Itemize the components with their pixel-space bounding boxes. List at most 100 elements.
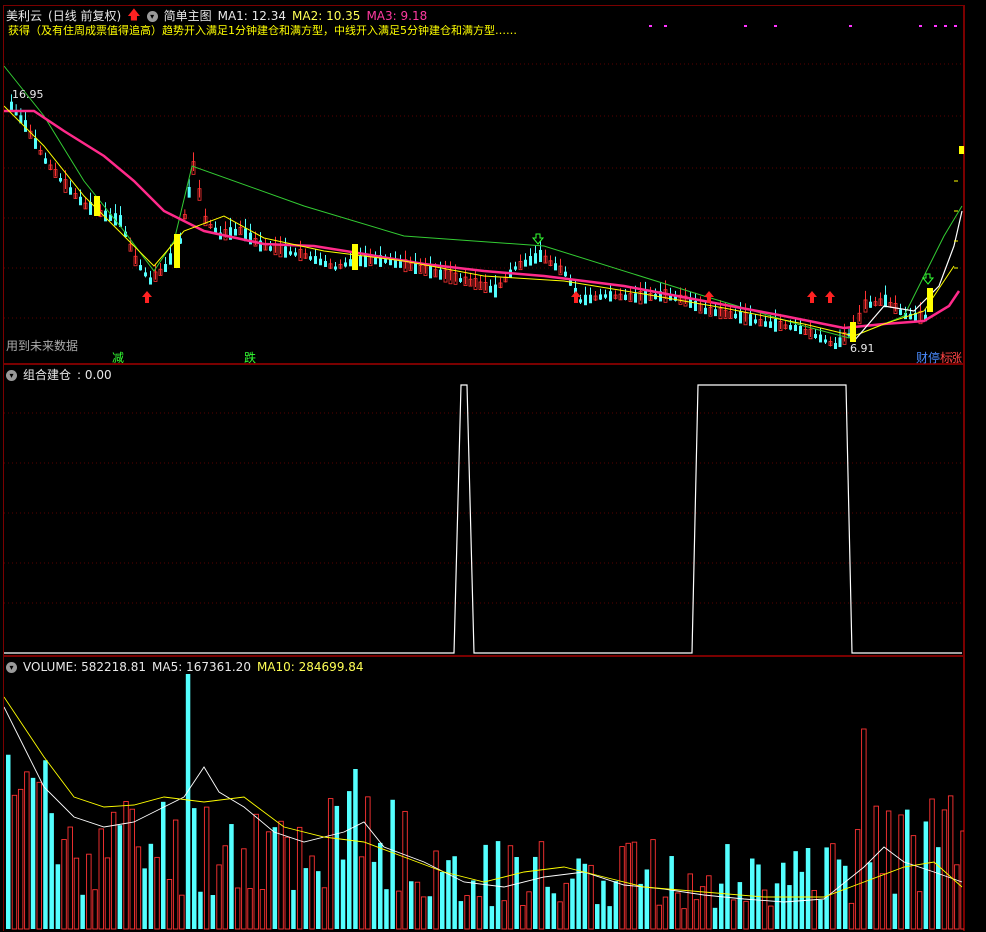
volume-bar [768, 905, 774, 930]
price-candle [824, 339, 827, 343]
price-candle [144, 272, 147, 277]
volume-bar [811, 889, 817, 930]
volume-bar [166, 878, 173, 930]
price-candle [774, 318, 777, 332]
price-candle [319, 258, 322, 266]
volume-bar [11, 794, 18, 930]
volume-bar [625, 842, 631, 930]
price-candle [589, 294, 592, 304]
volume-bar [135, 846, 142, 930]
volume-panel[interactable]: ▾ VOLUME: 582218.81 MA5: 167361.20 MA10:… [3, 656, 964, 931]
volume-bar [793, 851, 798, 929]
price-candle [764, 321, 767, 327]
volume-bar [619, 846, 625, 930]
top-dot [744, 25, 747, 27]
volume-bar [526, 891, 532, 930]
volume-bar [55, 864, 61, 929]
volume-bar [409, 881, 414, 929]
price-candle [399, 261, 402, 268]
price-candle [599, 294, 602, 300]
price-candle [704, 307, 707, 315]
volume-bar [576, 858, 581, 929]
volume-bar [879, 873, 886, 930]
volume-bar [854, 829, 861, 930]
price-candle [749, 314, 752, 326]
volume-bar [836, 859, 842, 929]
price-candle [584, 294, 587, 306]
volume-bar [582, 863, 588, 929]
volume-bar [284, 836, 290, 930]
volume-bar [340, 859, 346, 929]
volume-bar [916, 891, 923, 930]
volume-bar [378, 842, 383, 929]
volume-bar [538, 841, 545, 930]
volume-bar [960, 830, 964, 930]
price-candle [384, 259, 387, 263]
price-candle [799, 325, 802, 335]
price-candle [524, 259, 527, 267]
volume-bar [774, 883, 780, 929]
price-candle [714, 309, 717, 317]
price-candle [284, 246, 287, 258]
volume-bar [743, 900, 749, 930]
volume-bar [316, 871, 321, 929]
volume-bar [365, 796, 371, 930]
volume-ma10-line [4, 696, 963, 898]
position-indicator-panel[interactable]: ▾ 组合建仓 : 0.00 [3, 364, 964, 656]
volume-bar [675, 892, 681, 930]
top-dot [774, 25, 777, 27]
volume-bar [117, 825, 123, 929]
price-candle [314, 256, 317, 264]
price-candle [269, 246, 272, 251]
volume-bar [24, 771, 30, 930]
volume-bar [36, 781, 42, 930]
price-candle [789, 325, 792, 330]
top-dot [849, 25, 852, 27]
top-dot [954, 25, 957, 27]
price-candle [459, 278, 462, 282]
price-candle [139, 265, 142, 271]
volume-bar [712, 907, 718, 929]
price-candle [884, 294, 887, 308]
price-candle [359, 255, 362, 267]
volume-bar [253, 813, 259, 930]
price-candle [374, 257, 377, 265]
price-candle [569, 280, 572, 286]
volume-bar [601, 880, 606, 929]
top-dot [944, 25, 947, 27]
volume-bar [30, 777, 36, 929]
volume-bar [291, 889, 296, 929]
volume-bar [234, 887, 241, 930]
volume-bar [595, 904, 600, 929]
price-candle [624, 294, 627, 300]
volume-bar [693, 899, 700, 930]
high-price-label: 16.95 [12, 88, 44, 101]
price-chart-panel[interactable]: 美利云 (日线 前复权) 🡅 ▾ 简单主图 MA1: 12.34 MA2: 10… [3, 5, 964, 365]
volume-bar [154, 856, 160, 930]
price-candle [834, 342, 837, 350]
price-candle [34, 138, 37, 149]
price-candle [769, 321, 772, 328]
volume-bar [501, 900, 507, 930]
volume-bar [638, 883, 643, 929]
volume-bar [86, 853, 92, 930]
volume-bar [681, 908, 687, 930]
price-candle [539, 249, 542, 263]
low-price-label: 6.91 [850, 342, 875, 355]
volume-bar [229, 824, 234, 929]
volume-bar [321, 887, 328, 930]
red-up-arrow-icon [142, 291, 152, 303]
price-candle [634, 293, 637, 303]
volume-bar [867, 862, 873, 929]
volume-bar [371, 861, 377, 929]
price-candle [164, 264, 167, 272]
volume-bar [719, 883, 724, 929]
signal-bar [94, 196, 100, 216]
price-candle [234, 228, 237, 236]
volume-bar [384, 889, 389, 929]
price-candle [564, 271, 567, 277]
volume-bar [843, 865, 848, 929]
price-candle [754, 319, 757, 324]
price-candle [489, 285, 492, 293]
volume-bar [148, 843, 154, 929]
